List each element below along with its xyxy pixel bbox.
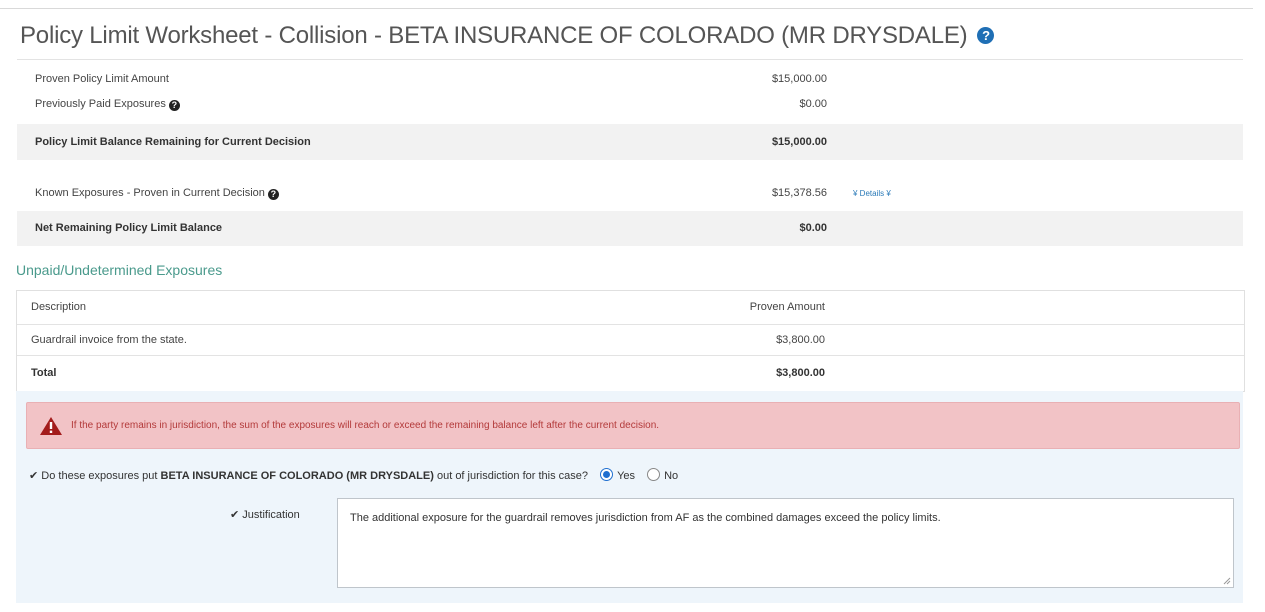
question-party: BETA INSURANCE OF COLORADO (MR DRYSDALE) [160,470,434,482]
column-header-description: Description [31,301,87,313]
row-amount: $15,378.56 [771,187,827,199]
details-link[interactable]: ¥ Details ¥ [853,189,891,198]
row-net-remaining: Net Remaining Policy Limit Balance $0.00 [17,211,1243,246]
row-label: Previously Paid Exposures [35,98,166,110]
total-label: Total [31,367,57,379]
justification-label: ✔ Justification [230,508,300,521]
jurisdiction-question: ✔ Do these exposures put BETA INSURANCE … [29,468,678,482]
checkmark-icon: ✔ [230,509,240,521]
table-header: Description Proven Amount [17,291,1244,325]
row-known-exposures: Known Exposures - Proven in Current Deci… [17,187,1243,201]
page-title: Policy Limit Worksheet - Collision - BET… [20,22,995,50]
question-suffix: out of jurisdiction for this case? [436,470,588,482]
row-proven-policy-limit: Proven Policy Limit Amount $15,000.00 [17,73,1243,87]
row-previously-paid: Previously Paid Exposures? $0.00 [17,98,1243,112]
radio-no-label[interactable]: No [664,470,678,482]
warning-triangle-icon [40,417,62,435]
title-divider [17,59,1243,60]
radio-no[interactable] [647,468,661,481]
radio-yes[interactable] [600,468,614,481]
justification-label-text: Justification [242,509,300,521]
checkmark-icon: ✔ [29,470,39,482]
radio-yes-label[interactable]: Yes [617,470,635,482]
question-prefix: Do these exposures put [41,470,158,482]
question-help-icon[interactable]: ? [267,189,279,200]
row-amount: $0.00 [799,98,827,110]
column-header-amount: Proven Amount [749,301,825,313]
question-circle-icon[interactable]: ? [977,27,995,44]
row-balance-remaining: Policy Limit Balance Remaining for Curre… [17,124,1243,160]
top-divider [0,8,1253,9]
cell-description: Guardrail invoice from the state. [31,334,187,346]
row-label: Proven Policy Limit Amount [35,73,169,85]
row-label: Policy Limit Balance Remaining for Curre… [35,136,311,148]
row-label: Known Exposures - Proven in Current Deci… [35,187,265,199]
warning-alert: If the party remains in jurisdiction, th… [26,402,1240,449]
row-amount: $15,000.00 [771,73,827,85]
justification-textarea[interactable]: The additional exposure for the guardrai… [337,498,1234,588]
table-total-row: Total $3,800.00 [17,356,1244,390]
page-title-text: Policy Limit Worksheet - Collision - BET… [20,22,968,49]
exposures-table: Description Proven Amount Guardrail invo… [16,290,1245,392]
row-label-wrap: Previously Paid Exposures? [35,98,180,111]
row-label-wrap: Known Exposures - Proven in Current Deci… [35,187,279,200]
justification-value[interactable]: The additional exposure for the guardrai… [350,512,941,524]
row-amount: $0.00 [799,222,827,234]
table-row: Guardrail invoice from the state. $3,800… [17,325,1244,356]
alert-message: If the party remains in jurisdiction, th… [71,420,660,431]
row-amount: $15,000.00 [771,136,827,148]
section-title-unpaid: Unpaid/Undetermined Exposures [16,262,223,278]
question-help-icon[interactable]: ? [168,100,180,111]
row-label: Net Remaining Policy Limit Balance [35,222,223,234]
total-amount: $3,800.00 [776,367,825,379]
resize-grip-icon[interactable] [1223,577,1231,585]
cell-amount: $3,800.00 [776,334,825,346]
